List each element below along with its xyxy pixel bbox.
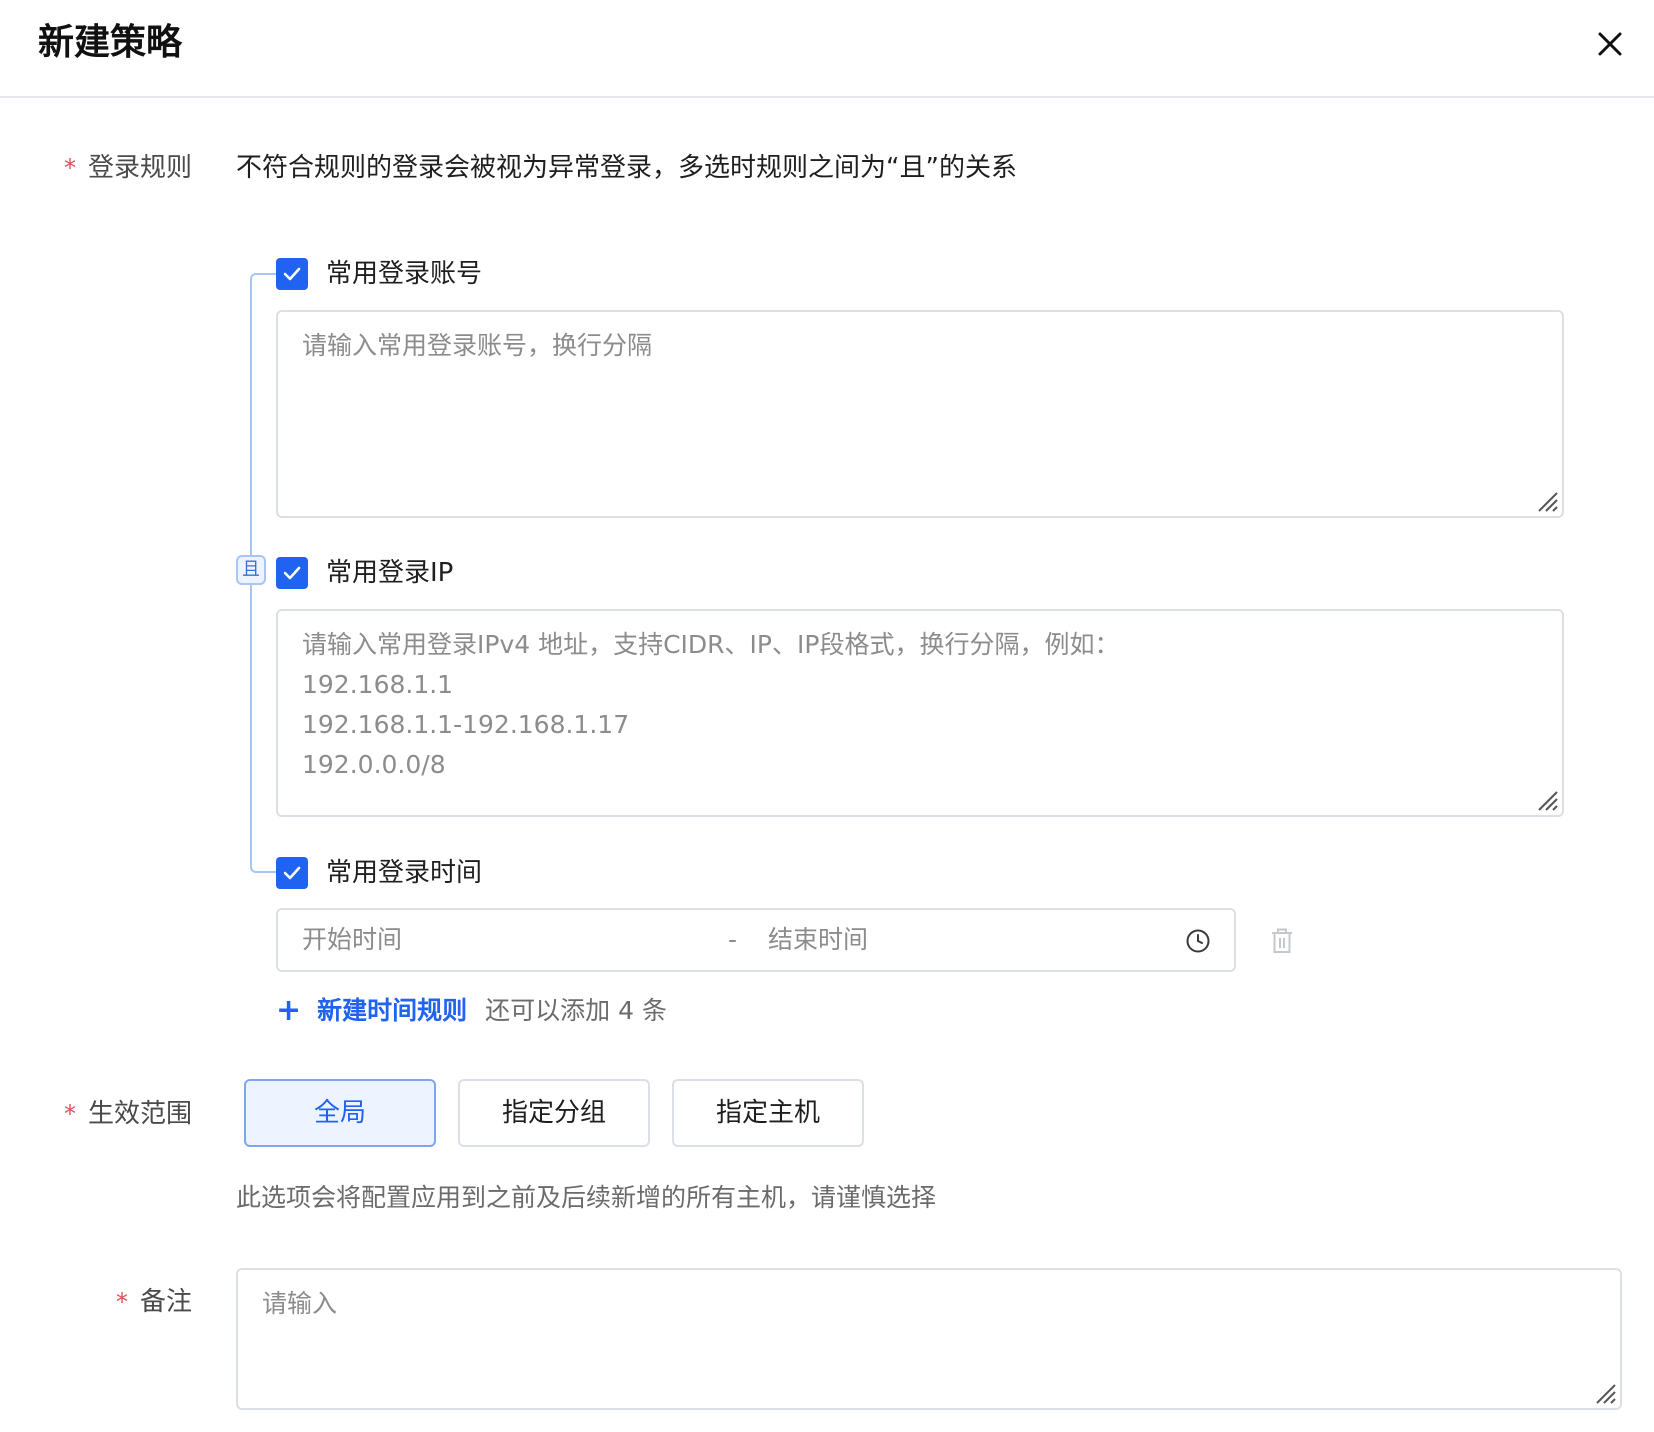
ip-checkbox[interactable] [276,557,308,589]
resize-handle-icon[interactable] [1535,788,1559,812]
end-time-input[interactable]: 结束时间 [768,922,868,958]
scope-option-global[interactable]: 全局 [244,1079,436,1147]
account-checkbox[interactable] [276,258,308,290]
account-textarea[interactable]: 请输入常用登录账号，换行分隔 [276,310,1564,518]
scope-label: * 生效范围 [64,1099,193,1129]
time-range-separator: - [728,925,738,954]
remark-textarea[interactable]: 请输入 [236,1268,1622,1410]
scope-hint: 此选项会将配置应用到之前及后续新增的所有主机，请谨慎选择 [236,1183,937,1212]
account-checkbox-label: 常用登录账号 [326,259,483,289]
trash-icon[interactable] [1270,928,1294,954]
time-checkbox-label: 常用登录时间 [326,858,483,888]
time-range-picker[interactable]: 开始时间 - 结束时间 [276,908,1236,972]
required-mark: * [64,154,76,182]
add-time-rule-link[interactable]: + 新建时间规则 还可以添加 4 条 [276,993,667,1029]
scope-option-group[interactable]: 指定分组 [458,1079,650,1147]
ip-rule-row[interactable]: 常用登录IP [276,555,453,591]
add-time-rule-label[interactable]: 新建时间规则 [317,993,467,1029]
resize-handle-icon[interactable] [1535,489,1559,513]
login-rules-label: * 登录规则 [64,153,193,183]
ip-textarea[interactable]: 请输入常用登录IPv4 地址，支持CIDR、IP、IP段格式，换行分隔，例如： … [276,609,1564,817]
plus-icon[interactable]: + [276,993,301,1029]
login-rules-description: 不符合规则的登录会被视为异常登录，多选时规则之间为“且”的关系 [236,153,1017,183]
resize-handle-icon[interactable] [1593,1381,1617,1405]
time-checkbox[interactable] [276,857,308,889]
account-placeholder: 请输入常用登录账号，换行分隔 [302,331,653,360]
remaining-count-text: 还可以添加 4 条 [485,996,667,1025]
and-badge: 且 [236,555,266,585]
start-time-input[interactable]: 开始时间 [302,922,402,958]
required-mark: * [64,1100,76,1128]
ip-placeholder: 请输入常用登录IPv4 地址，支持CIDR、IP、IP段格式，换行分隔，例如： … [302,630,1120,779]
ip-checkbox-label: 常用登录IP [326,558,454,588]
account-rule-row[interactable]: 常用登录账号 [276,256,482,292]
scope-option-host[interactable]: 指定主机 [672,1079,864,1147]
dialog-title: 新建策略 [38,22,183,63]
close-icon[interactable] [1590,24,1630,64]
required-mark: * [116,1288,128,1316]
remark-label: * 备注 [116,1287,193,1317]
time-rule-row[interactable]: 常用登录时间 [276,855,482,891]
dialog-header: 新建策略 [0,0,1654,98]
remark-placeholder: 请输入 [262,1289,338,1318]
clock-icon [1186,929,1210,953]
